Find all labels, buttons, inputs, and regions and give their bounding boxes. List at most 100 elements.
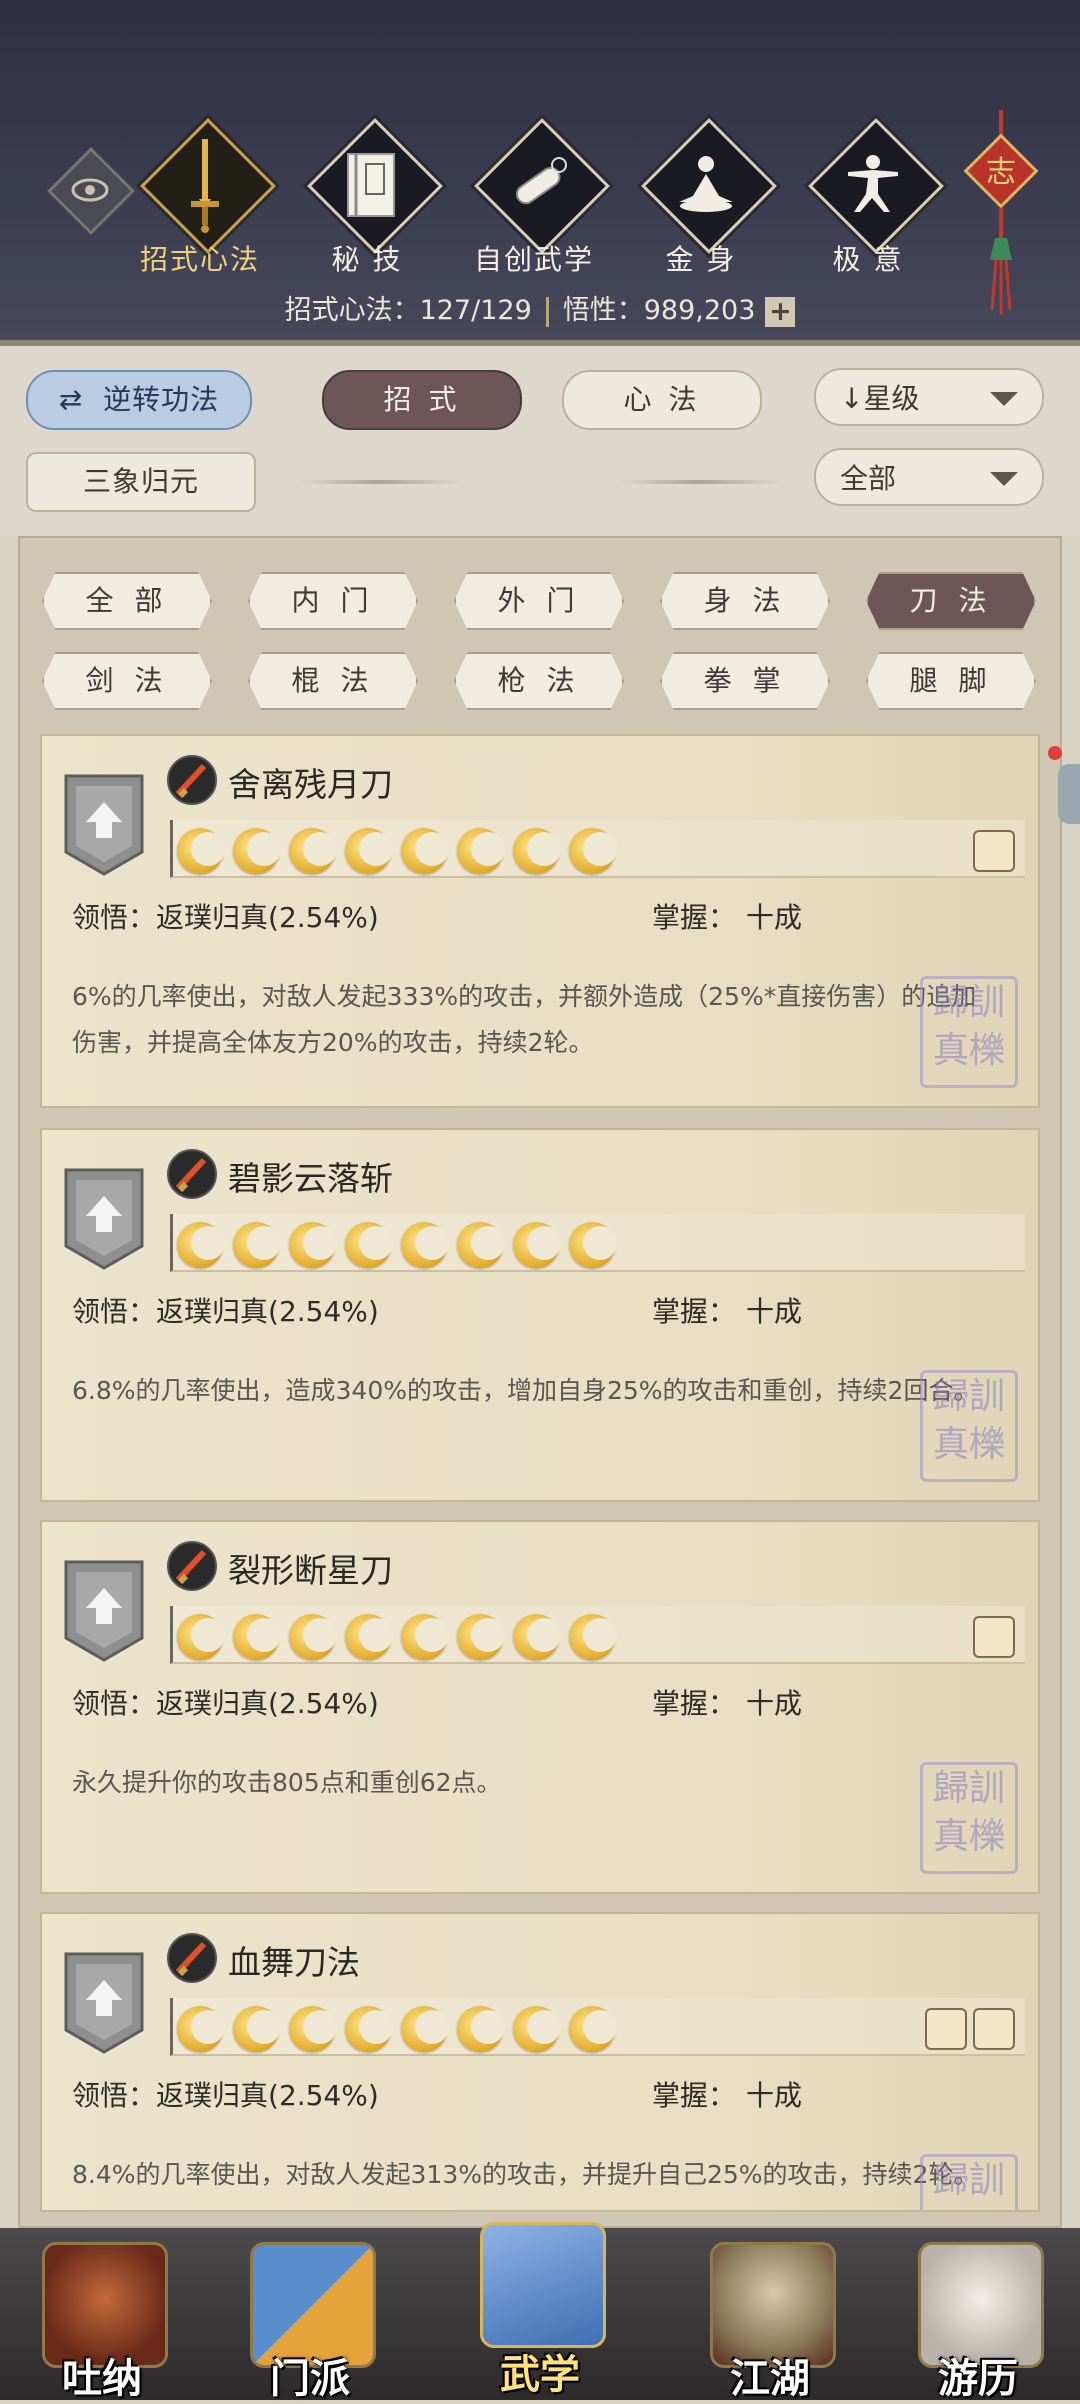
tab-label: 秘 技 xyxy=(331,243,403,276)
category-blade[interactable]: 刀 法 xyxy=(866,572,1036,630)
insight-label: 领悟： xyxy=(72,1687,157,1720)
moon-star-icon xyxy=(569,2006,617,2052)
nav-label: 门派 xyxy=(270,2355,350,2402)
effect-tag-icon[interactable] xyxy=(973,2008,1015,2050)
insight-value: 返璞归真(2.54%) xyxy=(156,901,379,934)
mastery-row: 掌握： 十成 xyxy=(652,896,802,936)
swap-arrows-icon: ⇄ xyxy=(58,383,84,416)
category-fist[interactable]: 拳 掌 xyxy=(660,652,830,710)
category-spear[interactable]: 枪 法 xyxy=(454,652,624,710)
category-sword[interactable]: 剑 法 xyxy=(42,652,212,710)
bottom-nav: 吐纳 门派 武学 江湖 游历 xyxy=(0,2222,1080,2402)
moon-star-icon xyxy=(569,828,617,874)
martial-stance-icon xyxy=(823,130,923,240)
divider-ornament xyxy=(300,480,460,484)
blade-icon xyxy=(167,1933,217,1983)
effect-tag-icon[interactable] xyxy=(973,830,1015,872)
skill-card[interactable]: 血舞刀法 领悟：返璞归真(2.54%) 掌握： 十成 8.4%的几率使出，对敌人发… xyxy=(40,1912,1040,2212)
moon-star-icon xyxy=(457,1222,505,1268)
moon-star-icon xyxy=(233,828,281,874)
insight-value: 989,203 xyxy=(643,295,756,326)
upgrade-badge-icon[interactable] xyxy=(62,1166,146,1272)
insight-row: 领悟：返璞归真(2.54%) xyxy=(72,1290,379,1330)
insight-value: 返璞归真(2.54%) xyxy=(156,2079,379,2112)
upgrade-badge-icon[interactable] xyxy=(62,772,146,878)
skill-description: 6%的几率使出，对敌人发起333%的攻击，并额外造成（25%*直接伤害）的追加伤… xyxy=(72,982,977,1057)
moon-star-icon xyxy=(457,828,505,874)
nav-breathing[interactable]: 吐纳 xyxy=(22,2228,182,2402)
mastery-row: 掌握： 十成 xyxy=(652,2074,802,2114)
tab-label: 自创武学 xyxy=(473,243,594,276)
stats-line: 招式心法：127/129 悟性：989,203 + xyxy=(0,288,1080,327)
star-rating xyxy=(177,1222,617,1268)
moon-star-icon xyxy=(177,2006,225,2052)
skill-card[interactable]: 碧影云落斩 领悟：返璞归真(2.54%) 掌握： 十成 6.8%的几率使出，造成3… xyxy=(40,1128,1040,1502)
star-bar xyxy=(170,1606,1025,1664)
nav-martial-arts[interactable]: 武学 xyxy=(460,2208,620,2398)
mastery-row: 掌握： 十成 xyxy=(652,1682,802,1722)
category-all[interactable]: 全 部 xyxy=(42,572,212,630)
seal-stamp: 歸訓真櫟 xyxy=(920,1762,1018,1874)
moon-star-icon xyxy=(513,1222,561,1268)
insight-row: 领悟：返璞归真(2.54%) xyxy=(72,2074,379,2114)
skill-description: 6.8%的几率使出，造成340%的攻击，增加自身25%的攻击和重创，持续2回合。 xyxy=(72,1376,979,1405)
moon-star-icon xyxy=(289,1222,337,1268)
category-staff[interactable]: 棍 法 xyxy=(248,652,418,710)
category-movement[interactable]: 身 法 xyxy=(660,572,830,630)
sort-dropdown[interactable]: ↓星级 xyxy=(814,368,1044,426)
moon-star-icon xyxy=(457,2006,505,2052)
add-insight-button[interactable]: + xyxy=(765,296,796,327)
tab-heart-method[interactable]: 心 法 xyxy=(562,370,762,430)
moon-star-icon xyxy=(177,1222,225,1268)
effect-tag-icon[interactable] xyxy=(973,1616,1015,1658)
skill-name: 碧影云落斩 xyxy=(228,1159,393,1198)
moon-star-icon xyxy=(177,1614,225,1660)
insight-value: 返璞归真(2.54%) xyxy=(156,1295,379,1328)
scope-dropdown[interactable]: 全部 xyxy=(814,448,1044,506)
seal-stamp: 歸訓真櫟 xyxy=(920,976,1018,1088)
mastery-value: 十成 xyxy=(746,1295,803,1328)
tab-label: 极 意 xyxy=(832,243,904,276)
sword-icon xyxy=(155,130,255,240)
skill-name: 裂形断星刀 xyxy=(228,1551,393,1590)
nav-sect[interactable]: 门派 xyxy=(230,2228,390,2402)
insight-label: 领悟： xyxy=(72,901,157,934)
eye-icon[interactable] xyxy=(58,158,122,222)
scroll-icon xyxy=(489,130,589,240)
skill-description: 永久提升你的攻击805点和重创62点。 xyxy=(72,1768,502,1797)
tab-label: 金 身 xyxy=(665,243,737,276)
upgrade-badge-icon[interactable] xyxy=(62,1558,146,1664)
knot-char: 志 xyxy=(986,155,1016,190)
moon-star-icon xyxy=(569,1614,617,1660)
notification-dot xyxy=(1048,746,1062,760)
tab-moves[interactable]: 招 式 xyxy=(322,370,522,430)
meditation-icon xyxy=(656,130,756,240)
insight-label: 悟性： xyxy=(562,295,644,326)
star-rating xyxy=(177,828,617,874)
sort-arrow-icon: ↓ xyxy=(840,382,864,415)
moon-star-icon xyxy=(569,1222,617,1268)
chevron-down-icon xyxy=(990,472,1018,486)
scroll-handle[interactable] xyxy=(1058,764,1080,824)
moon-star-icon xyxy=(401,828,449,874)
skill-name: 血舞刀法 xyxy=(228,1943,360,1982)
category-leg[interactable]: 腿 脚 xyxy=(866,652,1036,710)
skill-card[interactable]: 舍离残月刀 领悟：返璞归真(2.54%) 掌握： 十成 6%的几率使出，对敌人发起… xyxy=(40,734,1040,1108)
moon-star-icon xyxy=(457,1614,505,1660)
mastery-row: 掌握： 十成 xyxy=(652,1290,802,1330)
nav-travel[interactable]: 游历 xyxy=(898,2228,1058,2402)
sanxiang-button[interactable]: 三象归元 xyxy=(26,452,256,512)
skill-card[interactable]: 裂形断星刀 领悟：返璞归真(2.54%) 掌握： 十成 永久提升你的攻击805点和… xyxy=(40,1520,1040,1894)
filter-bar: ⇄ 逆转功法 招 式 心 法 ↓星级 三象归元 全部 xyxy=(0,346,1080,536)
nav-jianghu[interactable]: 江湖 xyxy=(690,2228,850,2402)
effect-tag-icon[interactable] xyxy=(925,2008,967,2050)
reverse-technique-button[interactable]: ⇄ 逆转功法 xyxy=(26,370,252,430)
category-outer[interactable]: 外 门 xyxy=(454,572,624,630)
nav-label: 武学 xyxy=(500,2351,580,2398)
moon-star-icon xyxy=(233,1614,281,1660)
upgrade-badge-icon[interactable] xyxy=(62,1950,146,2056)
nav-label: 江湖 xyxy=(730,2355,810,2402)
chevron-down-icon xyxy=(990,392,1018,406)
category-inner[interactable]: 内 门 xyxy=(248,572,418,630)
moon-star-icon xyxy=(177,828,225,874)
